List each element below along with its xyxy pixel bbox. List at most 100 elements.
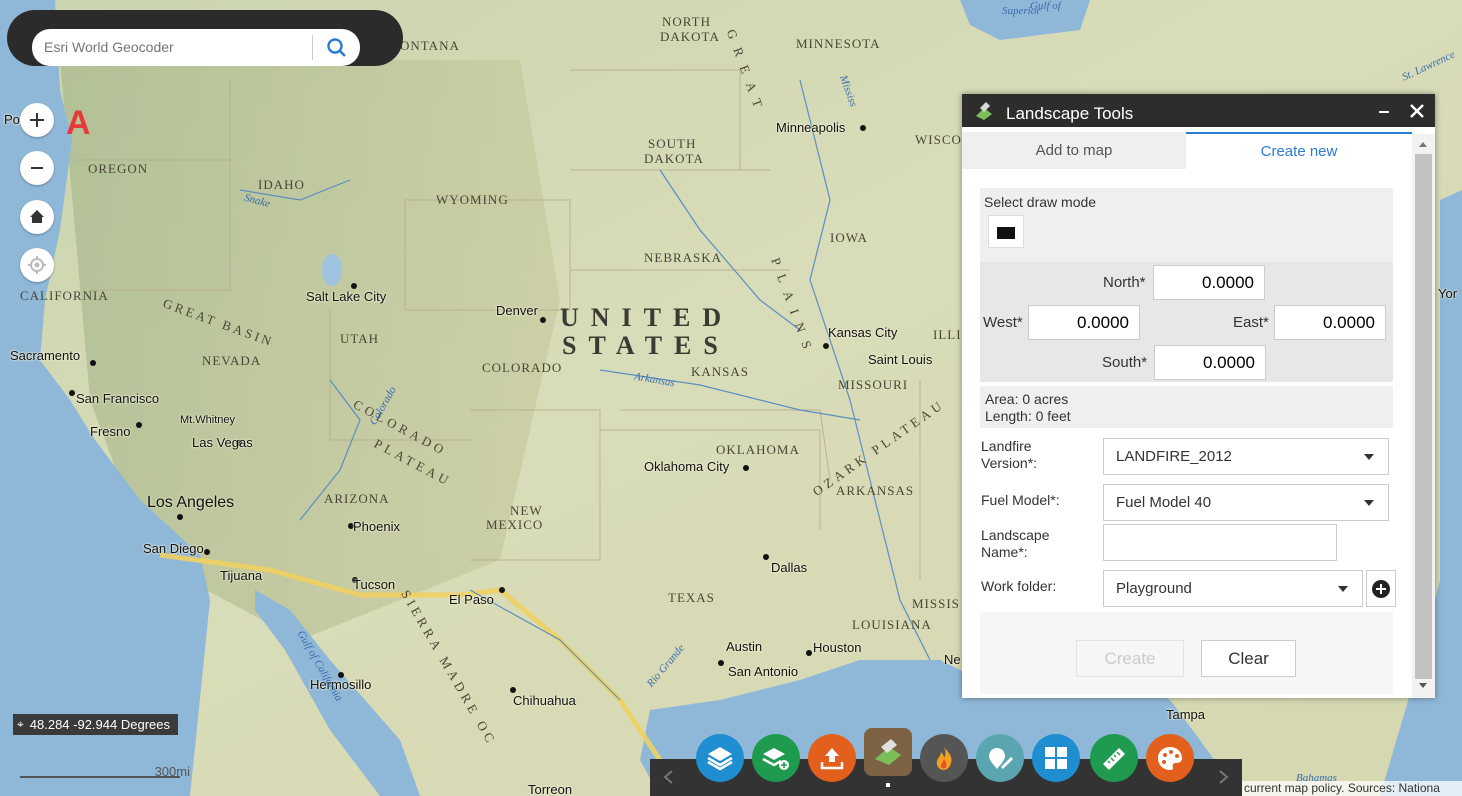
fuel-model-label: Fuel Model*:	[981, 492, 1060, 508]
city-dot	[352, 577, 358, 583]
upload-icon	[820, 748, 844, 770]
plus-circle-icon	[1372, 580, 1390, 598]
panel-tabs: Add to map Create new	[962, 132, 1412, 169]
widgets-icon	[1045, 747, 1067, 769]
fire-icon	[936, 747, 952, 770]
home-icon	[30, 210, 44, 223]
search-button[interactable]	[322, 34, 352, 62]
close-icon[interactable]	[1409, 103, 1425, 119]
landfire-version-value: LANDFIRE_2012	[1116, 448, 1232, 465]
fuel-model-value: Fuel Model 40	[1116, 494, 1212, 511]
search-icon	[327, 38, 346, 57]
landscape-tools-icon	[875, 739, 901, 765]
rectangle-icon	[997, 227, 1015, 239]
dock-button-measure[interactable]	[1090, 734, 1138, 782]
dock-button-upload[interactable]	[808, 734, 856, 782]
zoom-in-button[interactable]	[20, 103, 54, 137]
minus-icon	[31, 167, 43, 169]
scale-bar: 300mi	[20, 760, 190, 779]
panel-title: Landscape Tools	[1006, 104, 1134, 123]
chevron-left-icon[interactable]	[662, 769, 674, 785]
create-button[interactable]: Create	[1076, 640, 1184, 677]
tab-add-to-map[interactable]: Add to map	[962, 132, 1186, 169]
dock-button-palette[interactable]	[1146, 734, 1194, 782]
tab-create-new[interactable]: Create new	[1186, 132, 1412, 169]
area-text: Area: 0 acres	[985, 391, 1069, 407]
landfire-version-label: Landfire Version*:	[981, 438, 1038, 471]
scroll-up-icon[interactable]	[1418, 140, 1428, 148]
city-dot	[510, 687, 516, 693]
draw-mode-label: Select draw mode	[984, 194, 1097, 210]
measure-icon	[1103, 748, 1125, 770]
landscape-name-label: Landscape Name*:	[981, 527, 1050, 560]
landscape-tools-icon	[976, 102, 992, 120]
clear-button[interactable]: Clear	[1201, 640, 1296, 677]
dock-button-landscape-tools[interactable]	[864, 728, 912, 776]
south-label: South*	[1102, 354, 1148, 371]
chevron-down-icon	[1364, 500, 1374, 506]
layer-add-icon	[762, 748, 789, 770]
dock-page-indicator	[886, 783, 890, 787]
city-dot	[177, 514, 183, 520]
north-label: North*	[1103, 274, 1146, 291]
work-folder-select[interactable]: Playground	[1103, 570, 1363, 607]
add-folder-button[interactable]	[1366, 570, 1396, 607]
locate-button[interactable]	[20, 248, 54, 282]
fuel-model-select[interactable]: Fuel Model 40	[1103, 484, 1389, 521]
city-dot	[69, 390, 75, 396]
city-dot	[204, 549, 210, 555]
city-dot	[136, 422, 142, 428]
dock-button-sketch[interactable]	[976, 734, 1024, 782]
city-dot	[823, 343, 829, 349]
chevron-down-icon	[1364, 454, 1374, 460]
plus-icon	[30, 113, 44, 127]
map-attribution[interactable]: current map policy. Sources: Nationa	[1242, 781, 1462, 796]
chevron-right-icon[interactable]	[1218, 769, 1230, 785]
city-dot	[90, 360, 96, 366]
city-dot	[763, 554, 769, 560]
search-input[interactable]	[42, 35, 306, 59]
dock-button-layers[interactable]	[696, 734, 744, 782]
city-dot	[348, 523, 354, 529]
landscape-tools-panel: Landscape Tools Add to map Create new Se…	[962, 94, 1435, 698]
landfire-version-select[interactable]: LANDFIRE_2012	[1103, 438, 1389, 475]
west-input[interactable]	[1028, 305, 1140, 340]
actions-section	[980, 612, 1393, 694]
west-label: West*	[983, 314, 1023, 331]
dock-button-widgets[interactable]	[1032, 734, 1080, 782]
east-input[interactable]	[1274, 305, 1386, 340]
zoom-out-button[interactable]	[20, 151, 54, 185]
landscape-name-input[interactable]	[1103, 524, 1337, 561]
coordinate-readout: ⌖ 48.284 -92.944 Degrees	[13, 714, 178, 735]
scrollbar[interactable]	[1412, 134, 1435, 698]
search-divider	[312, 35, 313, 60]
draw-rectangle-button[interactable]	[988, 215, 1024, 248]
work-folder-value: Playground	[1116, 580, 1192, 597]
scroll-down-icon[interactable]	[1418, 682, 1428, 690]
crosshair-icon[interactable]: ⌖	[17, 717, 24, 732]
layers-icon	[707, 747, 733, 771]
east-label: East*	[1233, 314, 1269, 331]
city-dot	[743, 465, 749, 471]
city-dot	[540, 317, 546, 323]
scale-label: 300mi	[154, 764, 190, 779]
north-input[interactable]	[1153, 265, 1265, 300]
dock-button-fire[interactable]	[920, 734, 968, 782]
annotation-marker: A	[66, 104, 91, 142]
search-box	[32, 29, 360, 66]
minimize-icon[interactable]	[1377, 103, 1391, 117]
locate-icon	[28, 256, 46, 274]
dock-button-add-layer[interactable]	[752, 734, 800, 782]
chevron-down-icon	[1338, 586, 1348, 592]
panel-header: Landscape Tools	[962, 94, 1435, 127]
city-dot	[338, 672, 344, 678]
city-dot	[499, 587, 505, 593]
coordinate-text: 48.284 -92.944 Degrees	[29, 717, 170, 732]
palette-icon	[1158, 747, 1182, 770]
scrollbar-thumb[interactable]	[1415, 154, 1432, 679]
city-dot	[236, 440, 242, 446]
sketch-icon	[989, 748, 1013, 769]
south-input[interactable]	[1154, 345, 1266, 380]
home-button[interactable]	[20, 200, 54, 234]
work-folder-label: Work folder:	[981, 578, 1057, 594]
